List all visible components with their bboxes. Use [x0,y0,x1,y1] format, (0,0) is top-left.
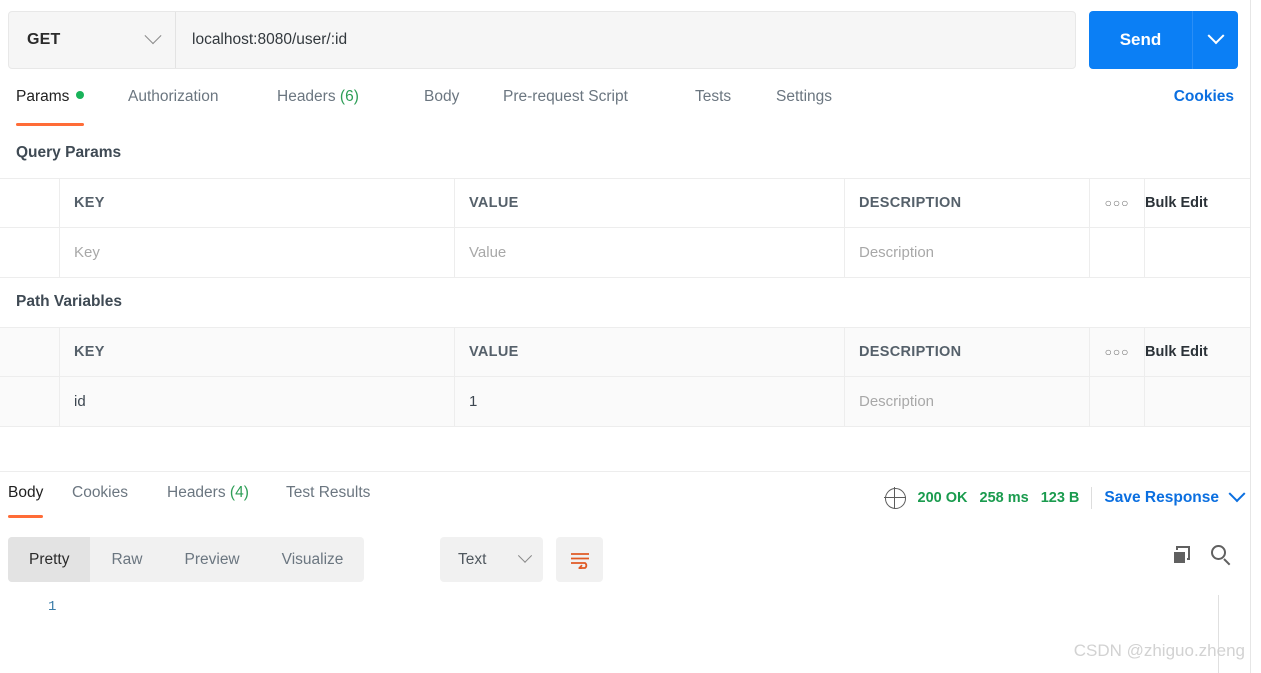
request-tabs: Params Authorization Headers (6) Body Pr… [0,88,1250,126]
header-description: DESCRIPTION [845,328,1090,376]
send-button-group[interactable]: Send [1089,11,1238,69]
tab-authorization[interactable]: Authorization [128,88,218,126]
row-key-cell[interactable]: Key [60,228,455,277]
search-icon[interactable] [1211,545,1231,565]
table-header-row: KEY VALUE DESCRIPTION ○○○ Bulk Edit [0,328,1250,377]
globe-icon [884,487,907,509]
response-view-mode-group: Pretty Raw Preview Visualize [8,537,365,582]
request-url-input[interactable] [176,12,1075,68]
watermark-text: CSDN @zhiguo.zheng [1073,641,1245,660]
url-bar: GET [8,11,1076,69]
response-actions [1172,545,1231,565]
copy-icon[interactable] [1172,545,1191,565]
view-mode-preview[interactable]: Preview [164,537,261,582]
header-value: VALUE [455,328,845,376]
row-description-cell[interactable]: Description [845,228,1090,277]
table-row[interactable]: Key Value Description [0,228,1250,277]
header-key: KEY [60,179,455,227]
row-value-cell[interactable]: 1 [455,377,845,426]
response-time: 258 ms [979,490,1029,506]
path-variables-title: Path Variables [16,293,122,310]
cookies-link[interactable]: Cookies [1174,88,1234,106]
response-tab-cookies-label: Cookies [72,484,128,501]
tab-headers-label: Headers [277,88,336,105]
tab-settings[interactable]: Settings [776,88,832,126]
tab-headers[interactable]: Headers (6) [277,88,359,126]
header-description: DESCRIPTION [845,179,1090,227]
path-variables-bulk-edit-button[interactable]: Bulk Edit [1145,328,1250,376]
response-tab-test-results[interactable]: Test Results [286,484,370,518]
view-mode-raw[interactable]: Raw [90,537,163,582]
http-method-select[interactable]: GET [9,12,176,68]
response-size: 123 B [1040,490,1080,506]
path-variables-table: KEY VALUE DESCRIPTION ○○○ Bulk Edit id 1… [0,327,1250,427]
tab-pre-request-script[interactable]: Pre-request Script [503,88,628,126]
table-row[interactable]: id 1 Description [0,377,1250,426]
path-variables-more-options-button[interactable]: ○○○ [1090,328,1145,376]
query-params-more-options-button[interactable]: ○○○ [1090,179,1145,227]
row-spacer-cell [1090,377,1145,426]
response-meta: 200 OK 258 ms 123 B Save Response [884,485,1246,509]
meta-divider [1091,487,1093,509]
tab-params-label: Params [16,88,70,105]
chevron-down-icon[interactable] [1228,485,1246,503]
tab-pre-request-script-label: Pre-request Script [503,88,628,105]
response-tab-body-label: Body [8,484,44,501]
row-value-cell[interactable]: Value [455,228,845,277]
send-button[interactable]: Send [1089,11,1193,69]
row-description-cell[interactable]: Description [845,377,1090,426]
tab-tests-label: Tests [695,88,732,105]
tab-params[interactable]: Params [16,88,85,126]
select-all-cell[interactable] [0,328,60,376]
row-spacer-cell [1090,228,1145,277]
response-tab-headers-count: (4) [229,484,249,501]
row-spacer-cell-2 [1145,228,1250,277]
tab-body[interactable]: Body [424,88,459,126]
chevron-down-icon [144,27,162,45]
view-mode-pretty[interactable]: Pretty [8,537,91,582]
response-body-scrollbar[interactable] [1218,595,1219,673]
table-header-row: KEY VALUE DESCRIPTION ○○○ Bulk Edit [0,179,1250,228]
row-spacer-cell-2 [1145,377,1250,426]
pane-right-border [1250,0,1251,673]
row-key-cell[interactable]: id [60,377,455,426]
chevron-down-icon [517,548,533,563]
chevron-down-icon [1207,27,1224,45]
send-options-button[interactable] [1193,11,1238,69]
response-section-divider [0,471,1250,472]
code-line-number: 1 [48,599,57,615]
tab-tests[interactable]: Tests [695,88,731,126]
wrap-lines-icon [570,552,589,569]
response-status: 200 OK [917,490,968,506]
response-tab-body[interactable]: Body [8,484,44,518]
view-mode-visualize[interactable]: Visualize [261,537,365,582]
active-response-tab-underline [8,515,44,518]
response-body-viewer[interactable]: 1 [0,595,1250,673]
response-format-select[interactable]: Text [440,537,543,582]
tab-settings-label: Settings [776,88,833,105]
row-checkbox-cell[interactable] [0,377,60,426]
query-params-table: KEY VALUE DESCRIPTION ○○○ Bulk Edit Key … [0,178,1250,278]
tab-headers-count: (6) [339,88,359,105]
tab-authorization-label: Authorization [128,88,219,105]
active-tab-underline [16,123,85,126]
response-tab-headers-label: Headers [167,484,226,501]
response-tab-headers[interactable]: Headers (4) [167,484,249,518]
response-format-label: Text [458,550,487,568]
postman-request-pane: GET Send Params Authorization Headers (6… [0,0,1261,673]
save-response-button[interactable]: Save Response [1104,489,1219,507]
params-indicator-dot [76,91,85,99]
http-method-label: GET [27,31,61,48]
response-tab-cookies[interactable]: Cookies [72,484,128,518]
row-checkbox-cell[interactable] [0,228,60,277]
tab-body-label: Body [424,88,460,105]
wrap-lines-button[interactable] [556,537,603,582]
header-key: KEY [60,328,455,376]
header-value: VALUE [455,179,845,227]
response-tab-test-results-label: Test Results [286,484,371,501]
query-params-bulk-edit-button[interactable]: Bulk Edit [1145,179,1250,227]
select-all-cell[interactable] [0,179,60,227]
query-params-title: Query Params [16,144,122,161]
